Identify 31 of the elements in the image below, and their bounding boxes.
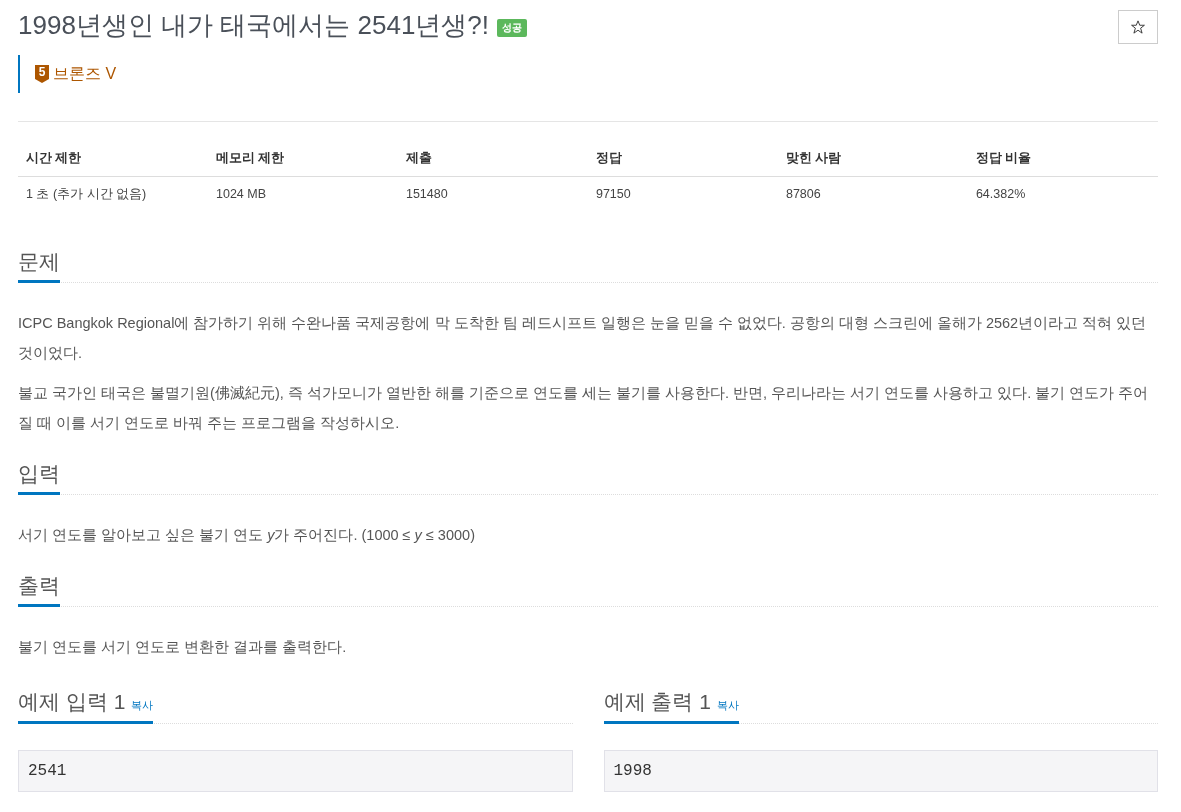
problem-title: 1998년생인 내가 태국에서는 2541년생?!	[18, 10, 490, 42]
column-header: 시간 제한	[18, 141, 208, 177]
table-cell: 87806	[777, 176, 968, 212]
paragraph: ICPC Bangkok Regional에 참가하기 위해 수완나품 국제공항에 막 도착한 팀 레드시프트 일행은 눈을 믿을 수 없었다. 공항의 대형 스크린에 올해가 2562년이라고 적혀 있던 것이었다.	[18, 313, 1148, 363]
table-cell: 64.382%	[967, 176, 1158, 212]
paragraph: 불기 연도를 서기 연도로 변환한 결과를 출력한다.	[18, 638, 348, 658]
column-header: 제출	[397, 141, 588, 177]
section-heading: 입력	[18, 459, 60, 496]
star-icon	[1131, 20, 1145, 34]
table-cell: 151480	[397, 176, 588, 212]
tier-badge: 5	[35, 65, 49, 83]
column-header: 정답 비율	[967, 141, 1158, 177]
sample-code-block: 2541	[18, 749, 573, 792]
section-heading: 문제	[18, 247, 60, 283]
section-heading: 출력	[18, 572, 60, 608]
paragraph: 불교 국가인 태국은 불멸기원(佛滅紀元), 즉 석가모니가 열반한 해를 기준으로 연도를 세는 불기를 사용한다. 반면, 우리나라는 서기 연도를 사용하고 있다. 불기 연도가 주어질 때 이를 서기 연도로 바꿔 주는 프로그램을 작성하시오.	[18, 383, 1150, 433]
sample-heading: 예제 입력 1	[18, 689, 126, 716]
table-cell: 1024 MB	[208, 176, 398, 212]
status-label: 성공	[497, 18, 528, 37]
table-cell: 97150	[587, 176, 778, 212]
favorite-button[interactable]	[1118, 10, 1158, 44]
copy-link[interactable]: 복사	[131, 697, 154, 714]
sample-code-block: 1998	[603, 749, 1158, 792]
table-cell: 1 초 (추가 시간 없음)	[18, 176, 208, 212]
column-header: 정답	[587, 141, 778, 177]
tier-label[interactable]: 브론즈 V	[53, 62, 117, 86]
column-header: 메모리 제한	[208, 141, 398, 177]
sample-heading: 예제 출력 1	[603, 689, 711, 716]
paragraph: 서기 연도를 알아보고 싶은 불기 연도 y가 주어진다. (1000 ≤ y ≤ 3000)	[18, 526, 476, 546]
column-header: 맞힌 사람	[777, 141, 968, 177]
copy-link[interactable]: 복사	[716, 697, 739, 714]
